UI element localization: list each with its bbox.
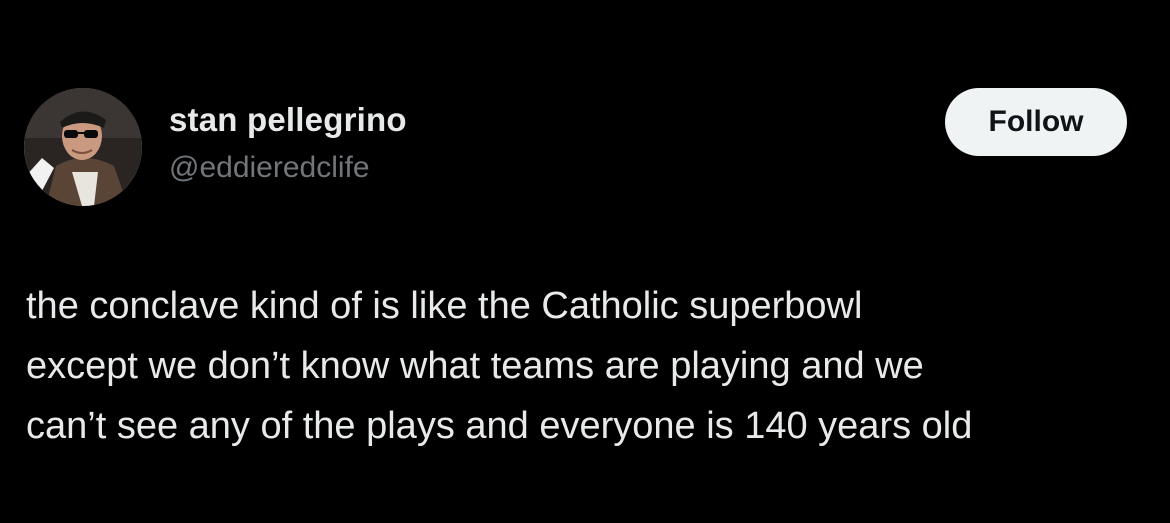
tweet-card: stan pellegrino @eddieredclife Follow th… (0, 0, 1170, 523)
avatar-photo-icon (24, 88, 142, 206)
author-handle[interactable]: @eddieredclife (169, 151, 370, 185)
post-text-line: can’t see any of the plays and everyone … (26, 405, 973, 447)
author-display-name[interactable]: stan pellegrino (169, 101, 407, 139)
post-text-line: except we don’t know what teams are play… (26, 345, 924, 387)
post-body: the conclave kind of is like the Catholi… (26, 276, 1156, 456)
post-text-line: the conclave kind of is like the Catholi… (26, 285, 863, 327)
follow-button[interactable]: Follow (945, 88, 1127, 156)
author-avatar[interactable] (24, 88, 142, 206)
